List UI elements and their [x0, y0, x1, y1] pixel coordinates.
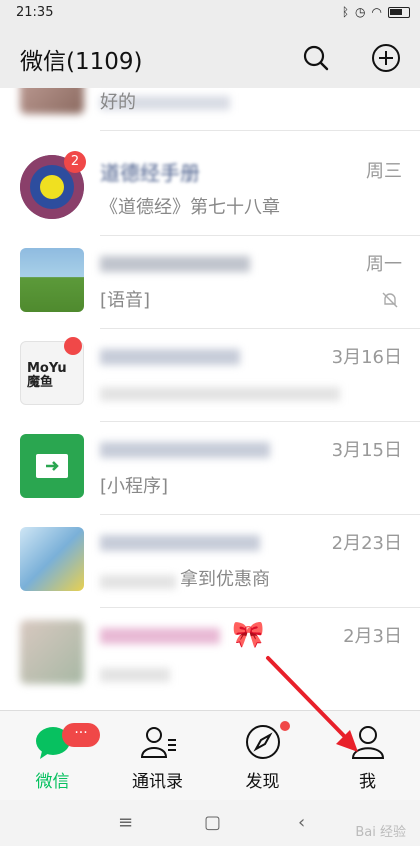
chat-name-redacted [100, 628, 220, 644]
chat-name: 🎀 [232, 620, 265, 650]
tab-discover[interactable]: 发现 [210, 711, 315, 801]
status-time: 21:35 [16, 5, 54, 20]
tab-label: 通讯录 [132, 772, 183, 792]
avatar [20, 434, 84, 498]
chat-row[interactable]: 2 道德经手册 《道德经》第七十八章 周三 [0, 143, 420, 236]
unread-dot [64, 337, 82, 355]
system-nav-bar: ≡ ▢ ‹ Bai 经验 [0, 800, 420, 846]
avatar-logo: MoYu 魔鱼 [27, 361, 67, 390]
tab-contacts[interactable]: 通讯录 [105, 711, 210, 801]
chat-preview: 《道德经》第七十八章 [100, 197, 280, 218]
add-button[interactable] [370, 42, 402, 74]
tab-label: 微信 [35, 772, 70, 792]
alarm-icon: ◷ [355, 5, 366, 19]
chat-name [100, 535, 260, 551]
chat-list[interactable]: 好的 2 道德经手册 《道德经》第七十八章 周三 [语音] 周一 MoYu 魔鱼… [0, 88, 420, 710]
compass-icon [246, 725, 280, 759]
avatar [20, 248, 84, 312]
contacts-icon [140, 727, 176, 758]
chat-preview [100, 668, 170, 682]
chat-row[interactable]: 好的 [0, 88, 420, 131]
mute-bell-icon [382, 292, 398, 308]
chat-time: 周三 [366, 161, 402, 182]
chat-row[interactable]: 🎀 2月3日 [0, 608, 420, 701]
chat-row[interactable]: MoYu 魔鱼 3月16日 [0, 329, 420, 422]
chat-row[interactable]: 拿到优惠商 2月23日 [0, 515, 420, 608]
menu-nav-icon[interactable]: ≡ [118, 812, 133, 833]
tab-chats[interactable]: ··· 微信 [0, 711, 105, 801]
chat-row[interactable]: [语音] 周一 [0, 236, 420, 329]
chat-name [100, 349, 240, 365]
tab-label: 发现 [245, 772, 280, 792]
chat-preview [100, 387, 340, 401]
avatar [20, 620, 84, 684]
chat-time: 3月15日 [331, 440, 402, 461]
avatar [20, 88, 84, 114]
avatar [20, 527, 84, 591]
tab-label: 我 [359, 772, 376, 792]
chat-row[interactable]: [小程序] 3月15日 [0, 422, 420, 515]
bluetooth-icon: ᛒ [341, 5, 350, 19]
chat-time: 周一 [366, 254, 402, 275]
chat-name [100, 256, 250, 272]
plus-circle-icon [372, 44, 400, 72]
home-nav-icon[interactable]: ▢ [204, 812, 221, 833]
page-title: 微信(1109) [20, 49, 143, 75]
status-bar: 21:35 ᛒ ◷ ◠ [0, 0, 420, 28]
person-icon [351, 726, 385, 759]
chat-preview: 好的 [100, 92, 136, 113]
chat-preview: 拿到优惠商 [180, 569, 270, 590]
chat-time: 2月3日 [343, 626, 402, 647]
battery-icon [388, 6, 410, 18]
preview-redacted [100, 575, 176, 589]
chat-time: 3月16日 [331, 347, 402, 368]
chat-preview: [小程序] [100, 476, 169, 497]
chat-name: 道德经手册 [100, 161, 200, 185]
file-transfer-icon [36, 454, 68, 478]
wifi-icon: ◠ [371, 5, 382, 19]
chat-name [100, 442, 270, 458]
chat-preview: [语音] [100, 290, 151, 311]
chat-time: 2月23日 [331, 533, 402, 554]
watermark: Bai 经验 [355, 825, 406, 840]
unread-badge: 2 [64, 151, 86, 173]
tab-bar: ··· 微信 通讯录 发现 我 [0, 710, 420, 800]
tab-badge: ··· [62, 723, 100, 747]
back-nav-icon[interactable]: ‹ [298, 812, 305, 833]
app-bar: 微信(1109) [0, 28, 420, 88]
status-icons: ᛒ ◷ ◠ [342, 5, 410, 19]
tab-me[interactable]: 我 [315, 711, 420, 801]
search-button[interactable] [300, 42, 332, 74]
new-dot [280, 721, 290, 731]
search-icon [303, 45, 329, 71]
divider [100, 130, 420, 131]
